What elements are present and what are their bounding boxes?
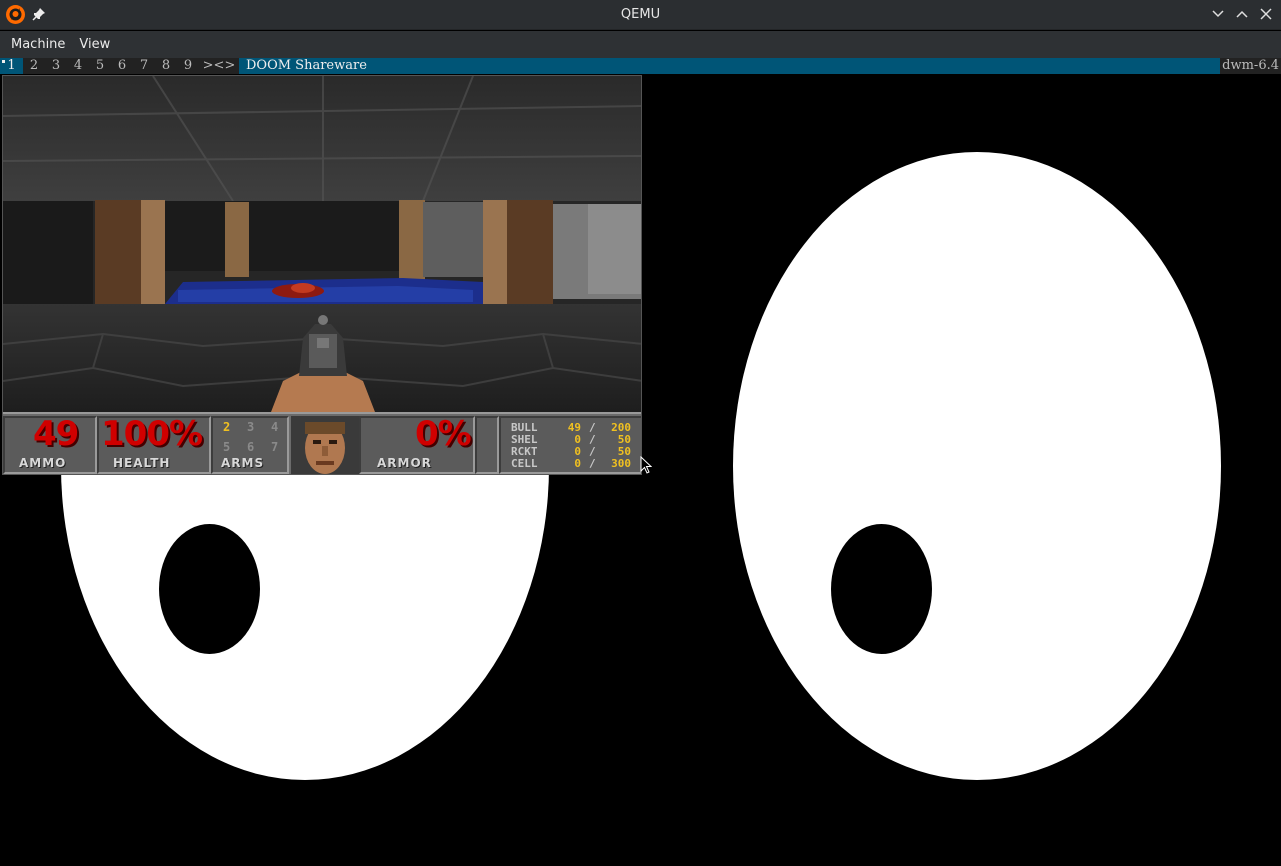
close-icon: [1260, 8, 1272, 20]
tag-4[interactable]: 4: [67, 58, 89, 74]
armor-value: 0%: [415, 414, 472, 454]
arms-label: ARMS: [221, 456, 265, 470]
layout-symbol[interactable]: ><>: [199, 58, 239, 74]
ammo-label: AMMO: [19, 456, 67, 470]
tag-7[interactable]: 7: [133, 58, 155, 74]
doom-window[interactable]: 49 AMMO 100% HEALTH 2 3 4 5 6 7 ARMS 0% …: [2, 75, 642, 475]
doomguy-face-icon: [291, 416, 359, 474]
tag-1[interactable]: 1: [0, 58, 23, 74]
ammo-separator: /: [589, 457, 596, 470]
qemu-logo-icon: [6, 5, 25, 24]
arms-slot-2: 2: [223, 420, 231, 434]
maximize-chevron-icon: [1236, 10, 1248, 18]
menubar: Machine View: [0, 31, 1281, 58]
tag-5[interactable]: 5: [89, 58, 111, 74]
arms-slot-3: 3: [247, 420, 255, 434]
close-button[interactable]: [1258, 6, 1274, 22]
tag-2[interactable]: 2: [23, 58, 45, 74]
xeyes-right-eye: [733, 152, 1221, 780]
doom-game-view[interactable]: [3, 76, 642, 412]
armor-label: ARMOR: [377, 456, 432, 470]
tag-9[interactable]: 9: [177, 58, 199, 74]
menu-machine[interactable]: Machine: [4, 31, 72, 58]
status-text: dwm-6.4: [1222, 58, 1279, 73]
ammo-max: 300: [611, 457, 631, 470]
tag-3[interactable]: 3: [45, 58, 67, 74]
mouse-cursor-icon: [640, 456, 652, 474]
focused-window-title: DOOM Shareware: [239, 58, 1220, 74]
xeyes-left-pupil: [159, 524, 260, 654]
arms-slot-4: 4: [271, 420, 279, 434]
ammo-value: 49: [33, 414, 79, 454]
dwm-bar: 1 2 3 4 5 6 7 8 9 ><> DOOM Shareware dwm…: [0, 58, 1281, 74]
pin-icon[interactable]: [32, 7, 46, 21]
minimize-button[interactable]: [1210, 6, 1226, 22]
keys-panel: [475, 416, 499, 474]
health-value: 100%: [101, 414, 203, 454]
window-titlebar[interactable]: QEMU: [0, 0, 1281, 30]
tag-8[interactable]: 8: [155, 58, 177, 74]
arms-slot-5: 5: [223, 440, 231, 454]
doom-status-bar: 49 AMMO 100% HEALTH 2 3 4 5 6 7 ARMS 0% …: [3, 412, 641, 474]
health-label: HEALTH: [113, 456, 171, 470]
menu-view[interactable]: View: [72, 31, 117, 58]
window-title: QEMU: [620, 7, 661, 22]
ammo-name: CELL: [511, 457, 538, 470]
xeyes-right-pupil: [831, 524, 932, 654]
tag-6[interactable]: 6: [111, 58, 133, 74]
maximize-button[interactable]: [1234, 6, 1250, 22]
guest-display[interactable]: 1 2 3 4 5 6 7 8 9 ><> DOOM Shareware dwm…: [0, 58, 1281, 866]
arms-slot-6: 6: [247, 440, 255, 454]
minimize-chevron-icon: [1212, 10, 1224, 18]
ammo-current: 0: [574, 457, 581, 470]
arms-slot-7: 7: [271, 440, 279, 454]
